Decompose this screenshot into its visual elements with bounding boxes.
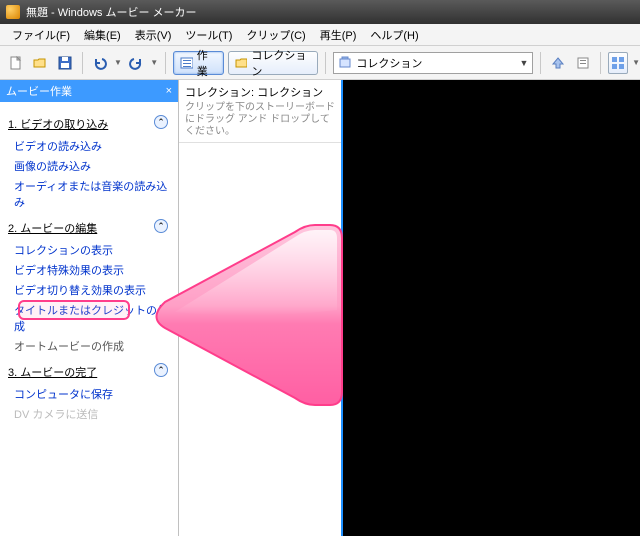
collapse-icon: ⌃ (154, 115, 168, 129)
view-dropdown-icon[interactable]: ▼ (632, 58, 640, 67)
section-finish-header[interactable]: 3. ムービーの完了 ⌃ (8, 356, 174, 384)
menu-play[interactable]: 再生(P) (314, 25, 363, 45)
toolbar: ▼ ▼ 作業 コレクション コレクション ▼ ▼ (0, 46, 640, 80)
menu-edit[interactable]: 編集(E) (78, 25, 127, 45)
toolbar-separator (540, 52, 541, 74)
undo-icon (93, 56, 107, 70)
task-pane-body: 1. ビデオの取り込み ⌃ ビデオの読み込み 画像の読み込み オーディオまたは音… (0, 102, 178, 428)
collapse-icon: ⌃ (154, 219, 168, 233)
menu-tools[interactable]: ツール(T) (179, 25, 238, 45)
view-button[interactable] (608, 52, 628, 74)
save-button[interactable] (55, 52, 75, 74)
up-button[interactable] (548, 52, 568, 74)
toolbar-separator (325, 52, 326, 74)
dropdown-chevron-icon: ▼ (519, 58, 528, 68)
redo-button[interactable] (126, 52, 146, 74)
collection-column: コレクション: コレクション クリップを下のストーリーボードにドラッグ アンド … (178, 80, 341, 536)
section-edit-title: 2. ムービーの編集 (8, 220, 97, 236)
collection-heading: コレクション: コレクション (185, 84, 335, 100)
link-save-to-computer[interactable]: コンピュータに保存 (8, 384, 174, 404)
new-file-icon (9, 56, 23, 70)
collection-area-header: コレクション: コレクション クリップを下のストーリーボードにドラッグ アンド … (179, 80, 341, 143)
up-arrow-icon (551, 56, 565, 70)
save-icon (58, 56, 72, 70)
menu-file[interactable]: ファイル(F) (6, 25, 76, 45)
redo-icon (129, 56, 143, 70)
window-title: 無題 - Windows ムービー メーカー (26, 4, 197, 20)
preview-monitor (341, 80, 640, 536)
toolbar-separator (82, 52, 83, 74)
link-make-titles[interactable]: タイトルまたはクレジットの作成 (8, 300, 174, 336)
title-bar: 無題 - Windows ムービー メーカー (0, 0, 640, 24)
tasks-button-label: 作業 (197, 47, 217, 79)
redo-dropdown-icon[interactable]: ▼ (150, 58, 158, 67)
link-import-video[interactable]: ビデオの読み込み (8, 136, 174, 156)
section-capture-title: 1. ビデオの取り込み (8, 116, 108, 132)
collection-icon (338, 56, 352, 70)
main-area: ムービー作業 × 1. ビデオの取り込み ⌃ ビデオの読み込み 画像の読み込み … (0, 80, 640, 536)
task-pane-title: ムービー作業 (6, 83, 72, 99)
menu-help[interactable]: ヘルプ(H) (364, 25, 424, 45)
menu-bar: ファイル(F) 編集(E) 表示(V) ツール(T) クリップ(C) 再生(P)… (0, 24, 640, 46)
task-pane-close-button[interactable]: × (166, 85, 172, 97)
properties-button[interactable] (573, 52, 593, 74)
section-finish-title: 3. ムービーの完了 (8, 364, 97, 380)
collapse-icon: ⌃ (154, 363, 168, 377)
thumbnails-icon (611, 56, 625, 70)
folder-icon (235, 56, 248, 70)
tasks-icon (180, 56, 193, 70)
link-import-audio[interactable]: オーディオまたは音楽の読み込み (8, 176, 174, 212)
task-pane-header: ムービー作業 × (0, 80, 178, 102)
new-button[interactable] (6, 52, 26, 74)
section-capture-header[interactable]: 1. ビデオの取り込み ⌃ (8, 108, 174, 136)
collections-button[interactable]: コレクション (228, 51, 319, 75)
task-pane: ムービー作業 × 1. ビデオの取り込み ⌃ ビデオの読み込み 画像の読み込み … (0, 80, 178, 536)
folder-open-icon (33, 56, 47, 70)
link-video-transitions[interactable]: ビデオ切り替え効果の表示 (8, 280, 174, 300)
collection-dropdown[interactable]: コレクション ▼ (333, 52, 533, 74)
collections-button-label: コレクション (251, 47, 311, 79)
link-automovie[interactable]: オートムービーの作成 (8, 336, 174, 356)
link-send-to-dv[interactable]: DV カメラに送信 (8, 404, 174, 424)
tasks-button[interactable]: 作業 (173, 51, 224, 75)
properties-icon (576, 56, 590, 70)
link-import-pictures[interactable]: 画像の読み込み (8, 156, 174, 176)
undo-button[interactable] (90, 52, 110, 74)
link-show-collections[interactable]: コレクションの表示 (8, 240, 174, 260)
open-button[interactable] (30, 52, 50, 74)
toolbar-separator (165, 52, 166, 74)
undo-dropdown-icon[interactable]: ▼ (114, 58, 122, 67)
link-video-effects[interactable]: ビデオ特殊効果の表示 (8, 260, 174, 280)
toolbar-separator (600, 52, 601, 74)
app-icon (6, 5, 20, 19)
collection-area-body[interactable] (179, 143, 341, 536)
menu-clip[interactable]: クリップ(C) (240, 25, 311, 45)
menu-view[interactable]: 表示(V) (129, 25, 178, 45)
collection-hint: クリップを下のストーリーボードにドラッグ アンド ドロップしてください。 (185, 102, 335, 138)
collection-dropdown-label: コレクション (356, 55, 422, 71)
section-edit-header[interactable]: 2. ムービーの編集 ⌃ (8, 212, 174, 240)
